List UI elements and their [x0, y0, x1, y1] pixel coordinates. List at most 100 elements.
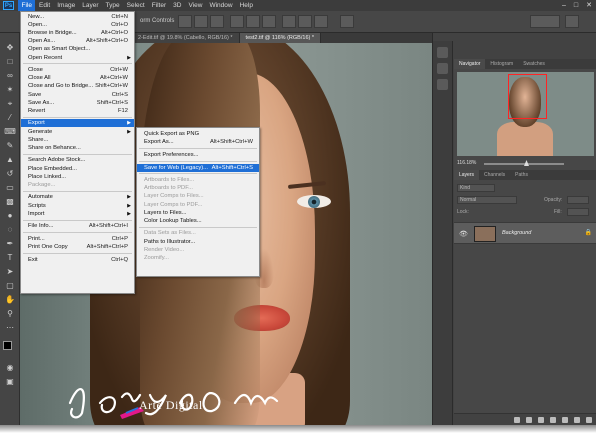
menu-item-new[interactable]: New... Ctrl+N — [21, 13, 134, 21]
menu-item-save-for-web-legacy[interactable]: Save for Web (Legacy)... Alt+Shift+Ctrl+S — [137, 163, 259, 172]
tab-channels[interactable]: Channels — [479, 170, 510, 180]
menu-item-quick-export-as-png[interactable]: Quick Export as PNG — [137, 130, 259, 138]
menu-item-revert[interactable]: Revert F12 — [21, 107, 134, 115]
menu-item-file-info[interactable]: File Info... Alt+Shift+Ctrl+I — [21, 222, 134, 230]
group-icon[interactable] — [562, 417, 568, 423]
menu-item-place-linked[interactable]: Place Linked... — [21, 173, 134, 181]
opacity-field[interactable] — [567, 196, 589, 204]
menu-item-open[interactable]: Open... Ctrl+O — [21, 21, 134, 29]
menu-item-scripts[interactable]: Scripts ▶ — [21, 202, 134, 210]
zoom-tool-icon[interactable]: ⚲ — [4, 309, 16, 319]
menu-window[interactable]: Window — [206, 0, 236, 11]
distribute-icon[interactable] — [298, 15, 312, 28]
quick-select-tool-icon[interactable]: ✶ — [4, 85, 16, 95]
shape-tool-icon[interactable]: ▢ — [4, 281, 16, 291]
menu-item-import[interactable]: Import ▶ — [21, 210, 134, 218]
clone-stamp-tool-icon[interactable]: ▲ — [4, 155, 16, 165]
new-layer-icon[interactable] — [574, 417, 580, 423]
menu-item-open-as[interactable]: Open As... Alt+Shift+Ctrl+O — [21, 37, 134, 45]
menu-help[interactable]: Help — [236, 0, 256, 11]
distribute-icon[interactable] — [282, 15, 296, 28]
menu-item-close-all[interactable]: Close All Alt+Ctrl+W — [21, 74, 134, 82]
menu-item-place-embedded[interactable]: Place Embedded... — [21, 165, 134, 173]
search-icon[interactable] — [565, 15, 579, 28]
eraser-tool-icon[interactable]: ▭ — [4, 183, 16, 193]
menu-item-export-as[interactable]: Export As... Alt+Shift+Ctrl+W — [137, 138, 259, 146]
path-selection-tool-icon[interactable]: ➤ — [4, 267, 16, 277]
menu-item-share-on-behance[interactable]: Share on Behance... — [21, 144, 134, 152]
brush-tool-icon[interactable]: ✎ — [4, 141, 16, 151]
type-tool-icon[interactable]: T — [4, 253, 16, 263]
menu-item-paths-to-illustrator[interactable]: Paths to Illustrator... — [137, 238, 259, 246]
tab-document-2[interactable]: test2.tif @ 116% (RGB/16) * — [239, 33, 321, 43]
menu-item-save[interactable]: Save Ctrl+S — [21, 91, 134, 99]
menu-item-print-one-copy[interactable]: Print One Copy Alt+Shift+Ctrl+P — [21, 243, 134, 251]
distribute-icon[interactable] — [314, 15, 328, 28]
menu-item-open-recent[interactable]: Open Recent ▶ — [21, 54, 134, 62]
blur-tool-icon[interactable]: ● — [4, 211, 16, 221]
menu-item-automate[interactable]: Automate ▶ — [21, 193, 134, 201]
fx-icon[interactable] — [526, 417, 532, 423]
menu-item-color-lookup-tables[interactable]: Color Lookup Tables... — [137, 217, 259, 225]
menu-file[interactable]: File — [18, 0, 36, 11]
fill-field[interactable] — [567, 208, 589, 216]
navigator-view-box[interactable] — [508, 74, 547, 119]
pen-tool-icon[interactable]: ✒ — [4, 239, 16, 249]
menu-item-open-as-smart-object[interactable]: Open as Smart Object... — [21, 45, 134, 53]
healing-tool-icon[interactable]: ⌨ — [4, 127, 16, 137]
link-icon[interactable] — [514, 417, 520, 423]
maximize-icon[interactable]: □ — [574, 0, 578, 11]
menu-item-export[interactable]: Export ▶ — [21, 119, 134, 128]
menu-item-search-adobe-stock[interactable]: Search Adobe Stock... — [21, 156, 134, 164]
gradient-tool-icon[interactable]: ▩ — [4, 197, 16, 207]
history-brush-tool-icon[interactable]: ↺ — [4, 169, 16, 179]
align-icon[interactable] — [246, 15, 260, 28]
layer-row[interactable]: 👁 Background 🔒 — [454, 222, 596, 244]
marquee-tool-icon[interactable]: □ — [4, 57, 16, 67]
mask-icon[interactable] — [538, 417, 544, 423]
adjustments-icon[interactable] — [437, 79, 448, 90]
filter-kind-select[interactable]: Kind — [457, 184, 495, 192]
menu-filter[interactable]: Filter — [148, 0, 169, 11]
visibility-eye-icon[interactable]: 👁 — [459, 230, 468, 238]
menu-layer[interactable]: Layer — [79, 0, 102, 11]
tab-swatches[interactable]: Swatches — [518, 59, 550, 69]
menu-image[interactable]: Image — [54, 0, 79, 11]
foreground-color-swatch[interactable] — [3, 341, 12, 350]
zoom-slider[interactable] — [484, 163, 564, 165]
menu-item-print[interactable]: Print... Ctrl+P — [21, 235, 134, 243]
align-icon[interactable] — [262, 15, 276, 28]
navigator-thumbnail[interactable] — [457, 72, 594, 156]
tab-histogram[interactable]: Histogram — [485, 59, 518, 69]
crop-tool-icon[interactable]: ⌖ — [4, 99, 16, 109]
tab-navigator[interactable]: Navigator — [454, 59, 486, 69]
history-icon[interactable] — [437, 47, 448, 58]
menu-item-browse-in-bridge[interactable]: Browse in Bridge... Alt+Ctrl+O — [21, 29, 134, 37]
menu-type[interactable]: Type — [102, 0, 123, 11]
adjustment-layer-icon[interactable] — [550, 417, 556, 423]
trash-icon[interactable] — [586, 417, 592, 423]
menu-item-save-as[interactable]: Save As... Shift+Ctrl+S — [21, 99, 134, 107]
blend-mode-select[interactable]: Normal — [457, 196, 517, 204]
dodge-tool-icon[interactable]: ◌ — [4, 225, 16, 235]
more-tools-icon[interactable]: ⋯ — [4, 323, 16, 333]
menu-edit[interactable]: Edit — [35, 0, 53, 11]
menu-3d[interactable]: 3D — [170, 0, 185, 11]
navigator-zoom-value[interactable]: 116.18% — [457, 160, 476, 166]
tab-paths[interactable]: Paths — [510, 170, 533, 180]
hand-tool-icon[interactable]: ✋ — [4, 295, 16, 305]
move-tool-icon[interactable]: ✥ — [4, 43, 16, 53]
more-icon[interactable] — [340, 15, 354, 28]
align-icon[interactable] — [210, 15, 224, 28]
minimize-icon[interactable]: – — [562, 0, 566, 11]
eyedropper-tool-icon[interactable]: ⁄ — [4, 113, 16, 123]
menu-view[interactable]: View — [185, 0, 206, 11]
align-icon[interactable] — [178, 15, 192, 28]
close-icon[interactable]: ✕ — [586, 0, 592, 11]
quick-mask-icon[interactable]: ◉ — [4, 363, 16, 373]
menu-item-layers-to-files[interactable]: Layers to Files... — [137, 209, 259, 217]
tab-layers[interactable]: Layers — [454, 170, 480, 180]
menu-item-export-preferences[interactable]: Export Preferences... — [137, 151, 259, 159]
menu-item-exit[interactable]: Exit Ctrl+Q — [21, 256, 134, 264]
screen-mode-icon[interactable]: ▣ — [4, 377, 16, 387]
